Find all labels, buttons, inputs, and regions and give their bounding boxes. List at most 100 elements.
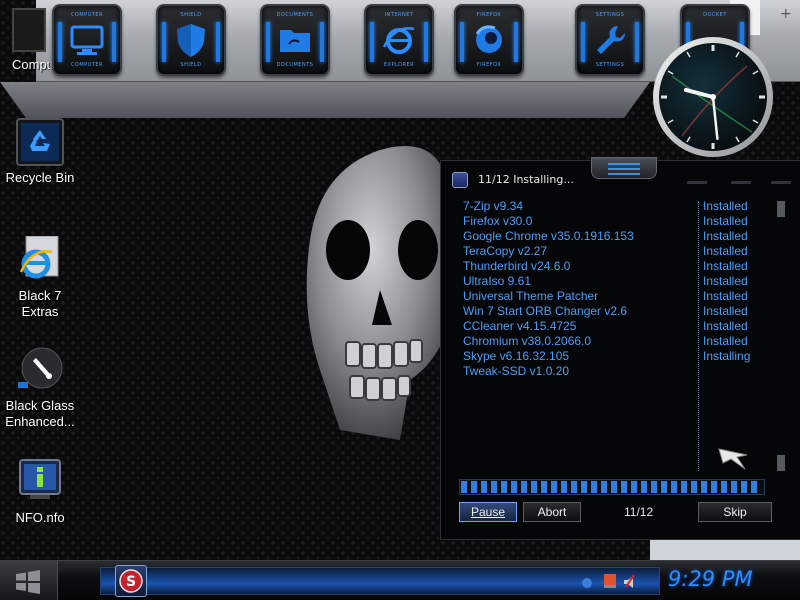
list-scrollbar[interactable] (777, 201, 785, 471)
start-button[interactable] (0, 561, 58, 600)
installer-window: 11/12 Installing... 7-Zip v9.34 Installed… (440, 157, 800, 540)
taskbar-app-button[interactable]: S (115, 565, 147, 597)
desktop-icon-label-line2: Enhanced... (5, 414, 75, 429)
desktop-icon-nfo[interactable]: NFO.nfo (0, 458, 80, 526)
installer-app-icon (452, 172, 468, 188)
dock-caption: COMPUTER (70, 62, 104, 68)
dock-caption: COMPUTER (70, 12, 104, 18)
dock-item-shield[interactable]: SHIELD SHIELD (156, 4, 226, 76)
install-item-status: Installed (703, 319, 748, 333)
install-item-name: CCleaner v4.15.4725 (463, 319, 577, 333)
dock-caption: SHIELD (180, 62, 202, 68)
taskbar-strip (100, 567, 660, 595)
dock-caption: FIREFOX (476, 62, 502, 68)
install-list-row: Tweak-SSD v1.0.20 (463, 364, 763, 379)
install-item-status: Installed (703, 259, 748, 273)
install-item-status: Installed (703, 214, 748, 228)
installer-titlebar[interactable]: 11/12 Installing... (441, 157, 800, 197)
install-list-row: CCleaner v4.15.4725 Installed (463, 319, 763, 334)
install-item-name: Win 7 Start ORB Changer v2.6 (463, 304, 628, 318)
taskbar-clock[interactable]: 9:29 PM (668, 567, 753, 591)
desktop-icon-label-line1: Black 7 (18, 288, 62, 303)
monitor-icon (70, 25, 104, 55)
maximize-button[interactable] (731, 181, 751, 184)
skip-button[interactable]: Skip (698, 502, 772, 522)
install-item-status: Installed (703, 334, 748, 348)
install-item-status: Installed (703, 244, 748, 258)
cursor-arrow-icon (718, 448, 748, 470)
firefox-icon (475, 25, 502, 53)
computer-icon (12, 8, 46, 52)
install-item-name: Tweak-SSD v1.0.20 (463, 364, 570, 378)
system-tray (580, 571, 640, 591)
taskbar: S 9:29 PM (0, 560, 800, 600)
analog-clock[interactable] (652, 36, 774, 158)
dock-caption: SETTINGS (595, 62, 625, 68)
install-item-name: TeraCopy v2.27 (463, 244, 548, 258)
desktop-icon-recycle-bin[interactable]: Recycle Bin (0, 118, 80, 186)
install-item-name: 7-Zip v9.34 (463, 199, 524, 213)
desktop-icon-label: Compu (12, 57, 50, 72)
install-list-row: Win 7 Start ORB Changer v2.6 Installed (463, 304, 763, 319)
minimize-button[interactable] (687, 181, 707, 184)
install-counter: 11/12 (624, 505, 654, 519)
desktop-icon-black-glass-enhanced[interactable]: Black Glass Enhanced... (0, 346, 80, 430)
install-list-row: UltraIso 9.61 Installed (463, 274, 763, 289)
dock-caption: SETTINGS (595, 12, 625, 18)
dock-caption: DOCKET (703, 12, 727, 18)
installer-title: 11/12 Installing... (478, 173, 574, 186)
flag-icon[interactable] (604, 574, 616, 588)
install-item-status: Installed (703, 199, 748, 213)
volume-icon[interactable] (624, 574, 635, 588)
dock-item-internet-explorer[interactable]: INTERNET EXPLORER (364, 4, 434, 76)
close-button[interactable] (771, 181, 791, 184)
install-list-row: 7-Zip v9.34 Installed (463, 199, 763, 214)
dock-caption-bottom: EXPLORER (383, 62, 415, 68)
scroll-down-thumb[interactable] (777, 455, 785, 471)
install-list-row: Skype v6.16.32.105 Installing (463, 349, 763, 364)
dock-item-firefox[interactable]: FIREFOX FIREFOX (454, 4, 524, 76)
column-separator (698, 201, 699, 471)
install-list-row: TeraCopy v2.27 Installed (463, 244, 763, 259)
install-item-name: UltraIso 9.61 (463, 274, 532, 288)
install-list-row: Thunderbird v24.6.0 Installed (463, 259, 763, 274)
dock-item-documents[interactable]: DOCUMENTS DOCUMENTS (260, 4, 330, 76)
install-item-name: Firefox v30.0 (463, 214, 533, 228)
info-document-icon (16, 458, 64, 506)
pause-button[interactable]: Pause (459, 502, 517, 522)
desktop-background-strip (650, 540, 800, 562)
dock-add-button[interactable]: + (780, 6, 792, 22)
dock-caption: SHIELD (180, 12, 202, 18)
desktop-icon-label-line2: Extras (21, 304, 59, 319)
network-icon[interactable] (582, 578, 592, 588)
install-item-name: Chromium v38.0.2066.0 (463, 334, 592, 348)
dock-item-settings[interactable]: SETTINGS SETTINGS (575, 4, 645, 76)
install-item-name: Thunderbird v24.6.0 (463, 259, 571, 273)
dock-caption-top: INTERNET (384, 12, 414, 18)
install-item-status: Installed (703, 289, 748, 303)
s-app-icon: S (119, 569, 143, 593)
drag-grip-icon[interactable] (591, 157, 657, 179)
install-list-row: Universal Theme Patcher Installed (463, 289, 763, 304)
shield-icon (177, 24, 205, 57)
windows-logo-icon (16, 570, 40, 594)
dock-item-computer[interactable]: COMPUTER COMPUTER (52, 4, 122, 76)
dock-caption: DOCUMENTS (276, 12, 314, 18)
abort-button[interactable]: Abort (523, 502, 581, 522)
recycle-bin-icon (16, 118, 64, 166)
paintbrush-icon (16, 346, 64, 394)
folder-icon (280, 30, 310, 52)
install-item-status: Installed (703, 274, 748, 288)
install-item-status: Installing (703, 349, 751, 363)
desktop-icon-black7-extras[interactable]: Black 7 Extras (0, 235, 80, 320)
internet-explorer-icon (16, 235, 64, 284)
scroll-up-thumb[interactable] (777, 201, 785, 217)
install-list-row: Chromium v38.0.2066.0 Installed (463, 334, 763, 349)
desktop-icon-computer[interactable]: Compu (0, 0, 50, 76)
dock-plate (0, 82, 650, 118)
desktop-icon-label-line1: Black Glass (5, 398, 75, 413)
install-item-status: Installed (703, 229, 748, 243)
install-item-name: Skype v6.16.32.105 (463, 349, 570, 363)
desktop-icon-label: Recycle Bin (5, 170, 75, 185)
install-item-name: Google Chrome v35.0.1916.153 (463, 229, 634, 243)
